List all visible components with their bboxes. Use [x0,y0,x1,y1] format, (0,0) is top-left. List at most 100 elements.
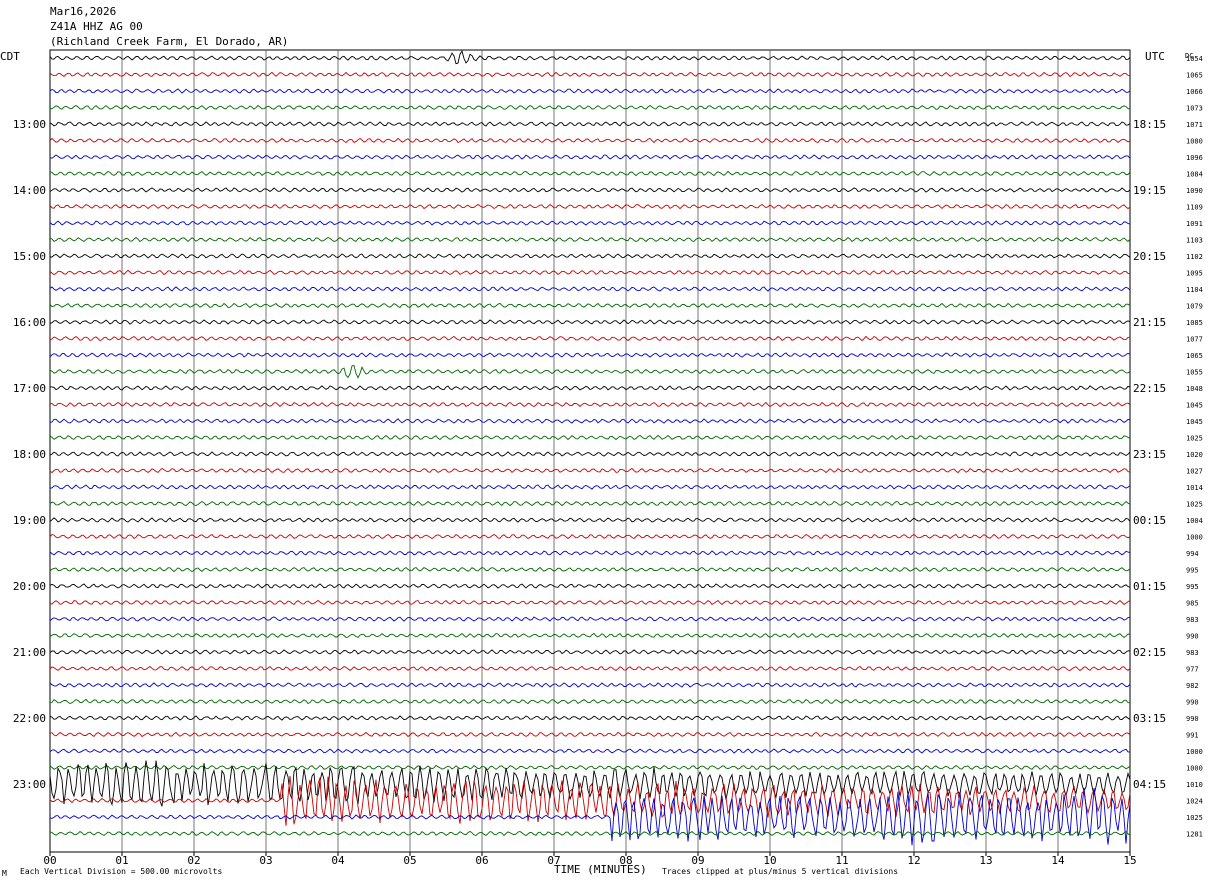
dc-offset-label: 1025 [1186,435,1203,443]
x-tick-label: 15 [1123,854,1136,867]
dc-offset-label: 1065 [1186,352,1203,360]
dc-offset-label: 1010 [1186,781,1203,789]
x-tick-label: 02 [187,854,200,867]
dc-offset-label: 1109 [1186,204,1203,212]
right-hour-label: 04:15 [1133,778,1166,791]
trace-line-19 [49,364,1131,379]
trace-line-10 [49,220,1131,226]
trace-line-20 [49,385,1131,391]
left-hour-label: 21:00 [13,646,46,659]
dc-offset-label: 1045 [1186,402,1203,410]
left-hour-label: 16:00 [13,316,46,329]
station-label: Z41A HHZ AG 00 [50,20,143,33]
dc-offset-label: 1004 [1186,517,1203,525]
dc-offset-label: 1025 [1186,501,1203,509]
left-hour-label: 18:00 [13,448,46,461]
trace-line-5 [49,137,1131,144]
right-hour-label: 22:15 [1133,382,1166,395]
dc-offset-label: 1066 [1186,88,1203,96]
dc-offset-label: 1000 [1186,748,1203,756]
dc-offset-label: 1080 [1186,138,1203,146]
clip-note: Traces clipped at plus/minus 5 vertical … [662,867,899,876]
trace-line-41 [49,731,1131,738]
x-tick-label: 05 [403,854,416,867]
dc-offset-label: 1095 [1186,270,1203,278]
left-hour-label: 17:00 [13,382,46,395]
x-tick-label: 04 [331,854,345,867]
right-hour-label: 01:15 [1133,580,1166,593]
left-hour-label: 13:00 [13,118,46,131]
trace-line-30 [49,550,1131,556]
dc-offset-label: 977 [1186,666,1199,674]
dc-offset-label: 1014 [1186,484,1203,492]
trace-line-38 [49,682,1131,688]
x-tick-label: 03 [259,854,272,867]
dc-offset-label: 990 [1186,699,1199,707]
dc-offset-label: 995 [1186,567,1199,575]
trace-line-34 [49,616,1131,622]
dc-header-label: DC [1185,52,1193,60]
trace-line-25 [49,467,1131,474]
trace-line-40 [49,715,1131,721]
trace-line-28 [49,517,1131,523]
dc-offset-label: 1090 [1186,187,1203,195]
dc-offset-label: 1055 [1186,369,1203,377]
trace-line-29 [49,533,1131,540]
left-hour-label: 23:00 [13,778,46,791]
dc-offset-label: 1079 [1186,303,1203,311]
plot-frame [49,49,1131,853]
dc-offset-label: 982 [1186,682,1199,690]
dc-offset-label: 1102 [1186,253,1203,261]
trace-line-12 [50,253,1131,259]
trace-line-42 [49,748,1131,754]
dc-offset-label: 1096 [1186,154,1203,162]
trace-line-1 [49,71,1131,78]
x-tick-label: 10 [763,854,776,867]
trace-line-13 [49,269,1131,276]
trace-line-15 [49,302,1131,309]
dc-offset-label: 1045 [1186,418,1203,426]
dc-offset-label: 994 [1186,550,1199,558]
right-hour-label: 20:15 [1133,250,1166,263]
dc-offset-label: 995 [1186,583,1199,591]
x-tick-label: 13 [979,854,992,867]
right-hour-label: 00:15 [1133,514,1166,527]
dc-offset-label: 1091 [1186,220,1203,228]
right-timezone-label: UTC [1145,50,1165,63]
trace-line-26 [49,484,1131,490]
trace-line-14 [49,286,1131,292]
trace-line-18 [49,352,1131,358]
trace-line-43 [49,764,1131,771]
trace-line-47 [49,830,1131,837]
left-hour-label: 22:00 [13,712,46,725]
dc-offset-label: 990 [1186,715,1199,723]
trace-line-36 [49,649,1131,655]
right-hour-label: 21:15 [1133,316,1166,329]
x-tick-label: 00 [43,854,56,867]
dc-offset-label: 990 [1186,633,1199,641]
dc-offset-label: 1085 [1186,319,1203,327]
trace-line-39 [49,698,1131,705]
x-tick-label: 14 [1051,854,1065,867]
trace-line-32 [49,583,1131,589]
right-hour-label: 18:15 [1133,118,1166,131]
x-axis-label: TIME (MINUTES) [554,863,647,876]
dc-offset-label: 1048 [1186,385,1203,393]
date-label: Mar16,2026 [50,5,117,18]
x-tick-label: 12 [907,854,920,867]
dc-offset-label: 983 [1186,616,1199,624]
dc-offset-label: 985 [1186,600,1199,608]
trace-line-16 [49,319,1131,325]
left-hour-label: 15:00 [13,250,46,263]
dc-offset-label: 1065 [1186,72,1203,80]
right-hour-label: 23:15 [1133,448,1166,461]
right-hour-label: 02:15 [1133,646,1166,659]
trace-line-0 [49,50,1131,65]
left-hour-label: 14:00 [13,184,46,197]
trace-line-6 [49,154,1131,160]
dc-offset-label: 1281 [1186,831,1203,839]
trace-line-8 [49,187,1131,193]
x-tick-label: 01 [115,854,128,867]
trace-line-9 [49,203,1131,210]
trace-line-22 [49,418,1131,424]
